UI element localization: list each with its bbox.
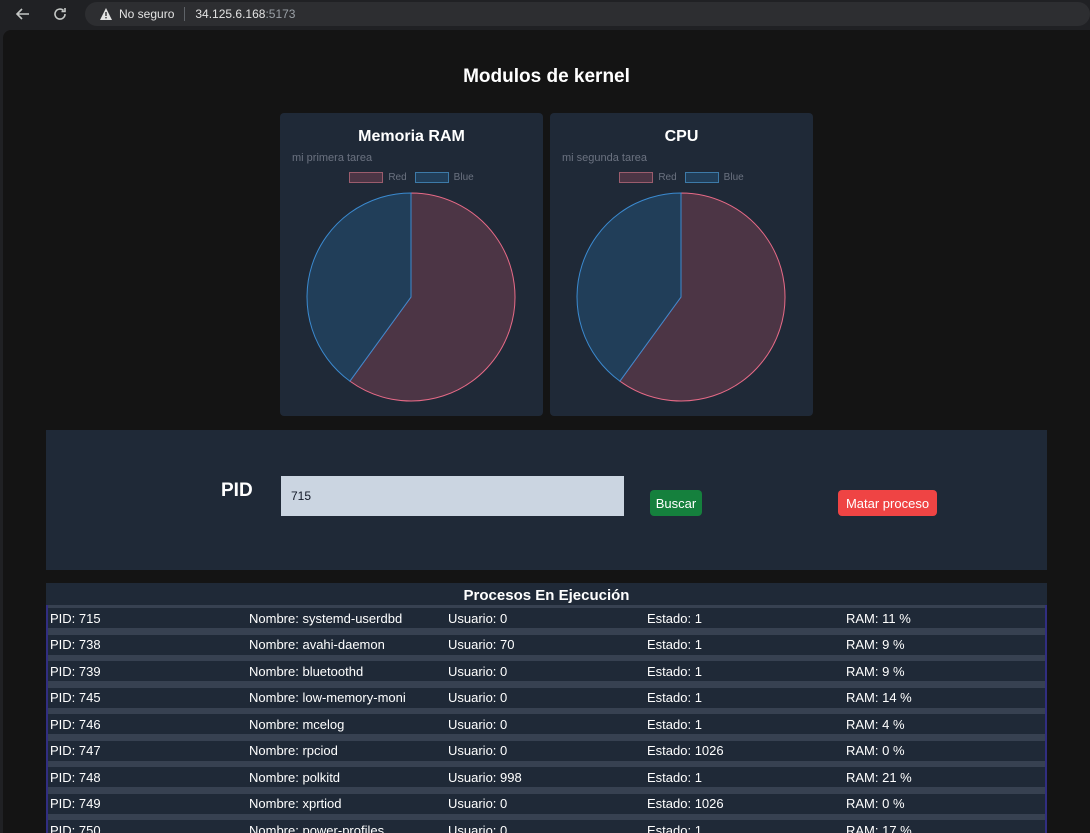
cell-pid: PID: 745: [50, 690, 101, 705]
legend-swatch-blue: [414, 172, 449, 183]
page-title: Modulos de kernel: [463, 66, 630, 87]
kill-process-button[interactable]: Matar proceso: [838, 490, 937, 516]
ram-chart-title: Memoria RAM: [358, 128, 465, 145]
cell-ram: RAM: 4 %: [846, 716, 905, 732]
page-viewport: Modulos de kernel Memoria RAM mi primera…: [3, 30, 1090, 833]
legend-swatch-red: [349, 172, 384, 183]
cell-ram: RAM: 9 %: [846, 637, 905, 652]
warning-icon: [99, 7, 113, 21]
legend-label-blue: Blue: [723, 172, 744, 183]
url-host: 34.125.6.168: [195, 7, 266, 21]
cell-name: Nombre: avahi-daemon: [249, 637, 385, 652]
cell-user: Usuario: 0: [448, 690, 508, 705]
cell-ram: RAM: 11 %: [846, 610, 911, 626]
cell-ram: RAM: 0 %: [846, 743, 905, 758]
cell-state: Estado: 1026: [647, 796, 724, 811]
legend-label-red: Red: [388, 172, 407, 183]
legend-label-blue: Blue: [453, 172, 474, 183]
table-row: PID: 715 Nombre: systemd-userdbd Usuario: …: [48, 608, 1045, 628]
cell-name: Nombre: power-profiles: [249, 822, 385, 833]
cell-ram: RAM: 0 %: [846, 796, 905, 811]
table-row: PID: 738 Nombre: avahi-daemon Usuario: 70 E…: [48, 634, 1045, 655]
process-list-section: Procesos En Ejecución PID: 715 Nombre: sy…: [46, 583, 1047, 833]
reload-icon[interactable]: [50, 4, 70, 24]
cell-name: Nombre: mcelog: [249, 716, 345, 732]
table-row: PID: 749 Nombre: xprtiod Usuario: 0 Estado:…: [48, 793, 1045, 814]
cell-pid: PID: 747: [50, 743, 101, 758]
cpu-chart-title: CPU: [664, 128, 699, 145]
table-row: PID: 748 Nombre: polkitd Usuario: 998 Estad…: [48, 767, 1045, 787]
legend-item-red[interactable]: Red: [349, 172, 407, 183]
cell-state: Estado: 1: [647, 716, 702, 732]
cell-state: Estado: 1: [647, 769, 702, 785]
cell-ram: RAM: 14 %: [846, 690, 912, 705]
legend-item-blue[interactable]: Blue: [684, 172, 744, 183]
cell-user: Usuario: 0: [448, 716, 508, 732]
cell-pid: PID: 749: [50, 796, 101, 811]
cell-state: Estado: 1: [647, 690, 702, 705]
ram-chart-legend: Red Blue: [280, 172, 543, 183]
cpu-chart-subtitle: mi segunda tarea: [562, 152, 647, 164]
cell-state: Estado: 1: [647, 822, 702, 833]
cpu-chart-card: CPU mi segunda tarea Red Blue: [550, 113, 813, 416]
legend-swatch-blue: [684, 172, 719, 183]
security-label[interactable]: No seguro: [119, 7, 174, 21]
cell-user: Usuario: 70: [448, 637, 515, 652]
cell-state: Estado: 1: [647, 637, 702, 652]
browser-toolbar: No seguro 34.125.6.168:5173: [0, 0, 1090, 28]
cpu-chart-legend: Red Blue: [550, 172, 813, 183]
back-arrow-icon[interactable]: [13, 4, 33, 24]
cell-user: Usuario: 0: [448, 610, 508, 626]
cell-pid: PID: 739: [50, 663, 101, 679]
cell-pid: PID: 746: [50, 716, 101, 732]
process-table: PID: 715 Nombre: systemd-userdbd Usuario: …: [46, 605, 1047, 833]
cell-user: Usuario: 0: [448, 663, 508, 679]
table-row: PID: 750 Nombre: power-profiles Usuario: 0…: [48, 820, 1045, 833]
pid-search-panel: PID Buscar Matar proceso: [46, 430, 1047, 570]
table-row: PID: 746 Nombre: mcelog Usuario: 0 Estado: …: [48, 714, 1045, 734]
cpu-pie-chart[interactable]: [575, 191, 787, 403]
cell-pid: PID: 750: [50, 822, 101, 833]
pid-input[interactable]: [281, 476, 624, 516]
cell-ram: RAM: 9 %: [846, 663, 905, 679]
cell-user: Usuario: 0: [448, 743, 508, 758]
cell-user: Usuario: 0: [448, 822, 508, 833]
search-button[interactable]: Buscar: [650, 490, 702, 516]
cell-name: Nombre: systemd-userdbd: [249, 610, 403, 626]
address-bar[interactable]: No seguro 34.125.6.168:5173: [85, 2, 1090, 26]
process-list-title: Procesos En Ejecución: [463, 587, 630, 604]
pid-label: PID: [221, 480, 253, 501]
cell-state: Estado: 1: [647, 610, 702, 626]
table-row: PID: 745 Nombre: low-memory-moni Usuario: …: [48, 687, 1045, 708]
ram-chart-card: Memoria RAM mi primera tarea Red Blue: [280, 113, 543, 416]
cell-name: Nombre: low-memory-moni: [249, 690, 406, 705]
cell-name: Nombre: bluetoothd: [249, 663, 364, 679]
cell-pid: PID: 738: [50, 637, 101, 652]
cell-ram: RAM: 17 %: [846, 822, 912, 833]
cell-name: Nombre: polkitd: [249, 769, 341, 785]
address-divider: [184, 7, 186, 21]
table-row: PID: 739 Nombre: bluetoothd Usuario: 0 Esta…: [48, 661, 1045, 681]
cell-name: Nombre: rpciod: [249, 743, 338, 758]
cell-pid: PID: 748: [50, 769, 101, 785]
cell-user: Usuario: 998: [448, 769, 522, 785]
legend-label-red: Red: [658, 172, 677, 183]
cell-state: Estado: 1: [647, 663, 702, 679]
cell-user: Usuario: 0: [448, 796, 508, 811]
legend-swatch-red: [619, 172, 654, 183]
url-port: :5173: [265, 7, 296, 21]
cell-state: Estado: 1026: [647, 743, 724, 758]
cell-ram: RAM: 21 %: [846, 769, 912, 785]
cell-name: Nombre: xprtiod: [249, 796, 342, 811]
cell-pid: PID: 715: [50, 610, 101, 626]
ram-chart-subtitle: mi primera tarea: [292, 152, 373, 164]
ram-pie-chart[interactable]: [305, 191, 517, 403]
legend-item-blue[interactable]: Blue: [414, 172, 474, 183]
legend-item-red[interactable]: Red: [619, 172, 677, 183]
table-row: PID: 747 Nombre: rpciod Usuario: 0 Estado: …: [48, 740, 1045, 761]
